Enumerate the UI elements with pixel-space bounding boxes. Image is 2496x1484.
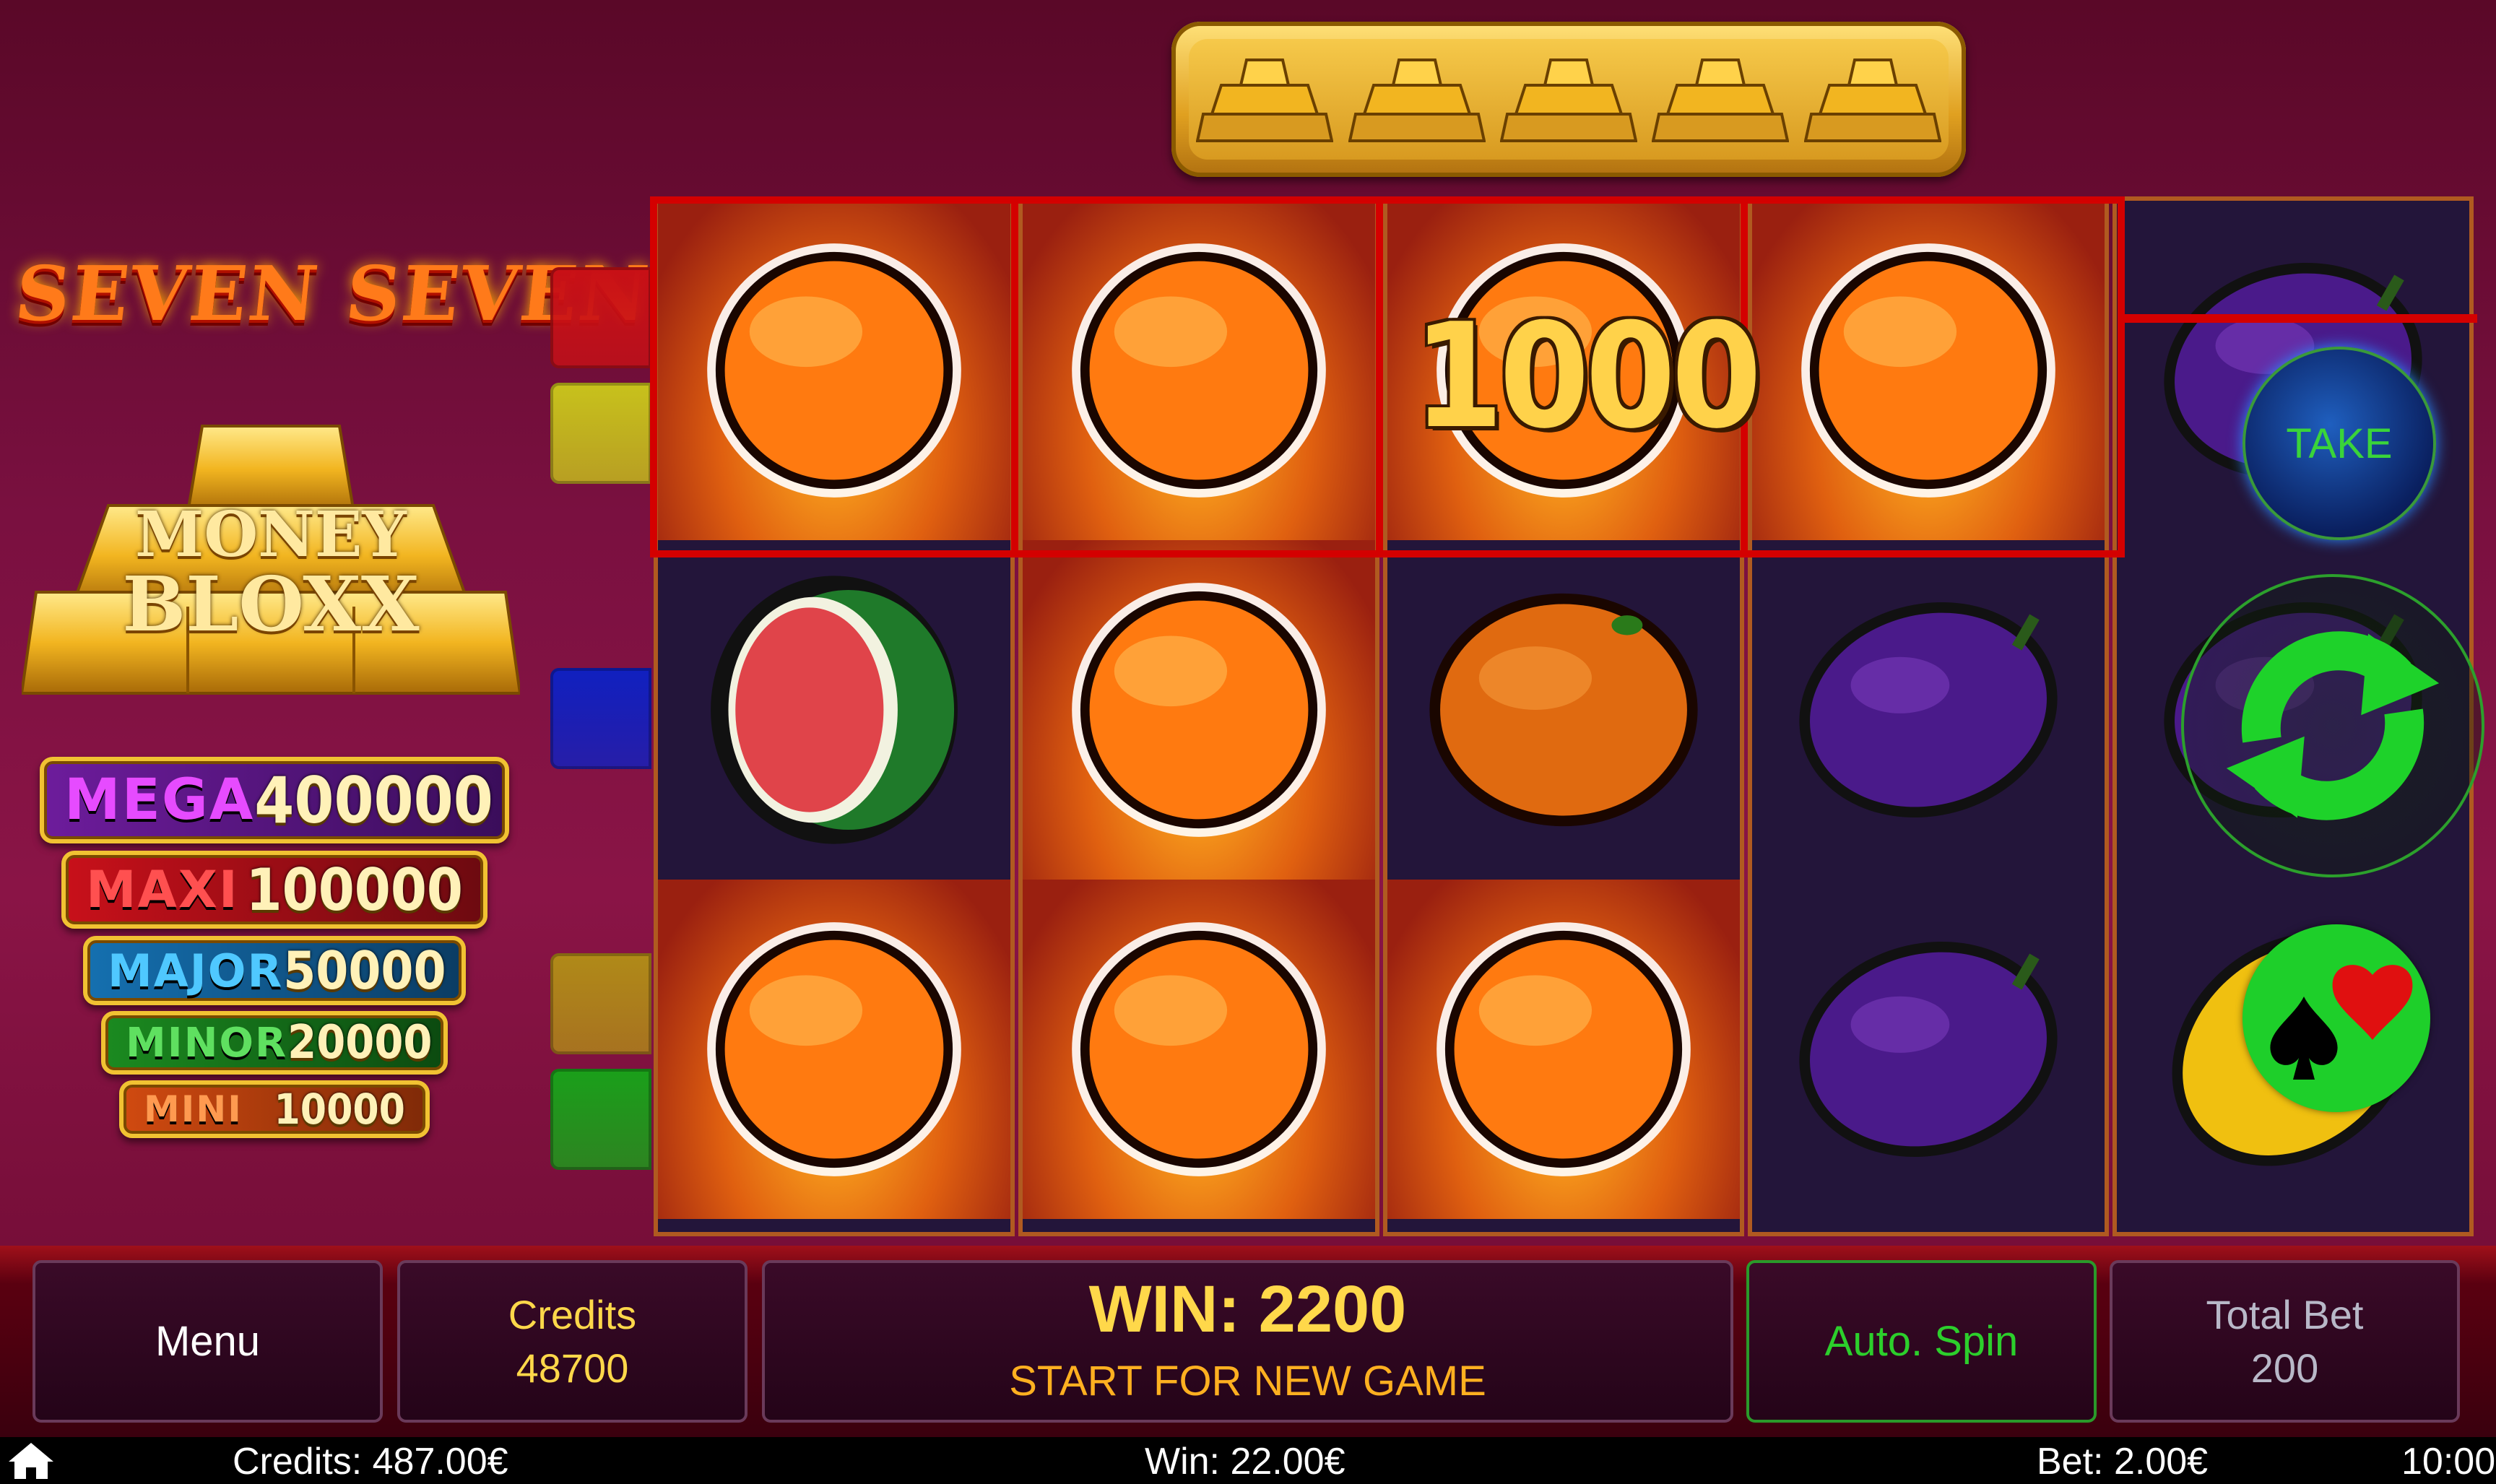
jackpot-minor: MINOR 20000 <box>101 1011 448 1075</box>
game-logo: SEVEN SEVEN <box>11 249 654 338</box>
jackpot-value: 10000 <box>274 1085 405 1134</box>
win-line-extension <box>2123 314 2477 323</box>
payline-tab-gold <box>550 953 651 1054</box>
money-bloxx-logo: MONEY BLOXX <box>20 419 522 704</box>
card-suits-icon <box>2270 965 2413 1080</box>
home-icon[interactable] <box>6 1440 56 1480</box>
take-button[interactable]: TAKE <box>2242 347 2436 540</box>
win-amount: WIN: 2200 <box>1088 1272 1407 1346</box>
orange-fire-icon <box>1801 243 2055 498</box>
total-bet-value: 200 <box>2250 1345 2319 1391</box>
orange-fire-icon <box>707 243 961 498</box>
reel-1 <box>654 196 1015 1236</box>
orange-fire-icon <box>1072 922 1326 1176</box>
spin-button[interactable] <box>2181 574 2484 877</box>
orange-fire-icon <box>1072 583 1326 837</box>
status-bet: Bet: 2.00€ <box>2037 1441 2209 1483</box>
win-line-divider <box>1011 196 1018 557</box>
gold-bar-icon <box>1196 58 1334 142</box>
gold-bar-icon <box>1803 58 1941 142</box>
jackpot-value: 50000 <box>283 940 446 1001</box>
credits-value: 48700 <box>516 1345 629 1391</box>
symbol-win-value: 1000 <box>1413 292 1762 461</box>
reel-symbol <box>1387 880 1740 1219</box>
gold-bar-icon <box>1348 58 1486 142</box>
status-credits: Credits: 487.00€ <box>233 1441 508 1483</box>
jackpot-name: MAXI <box>86 860 239 919</box>
payline-tab-yellow <box>550 383 651 484</box>
credits-display[interactable]: Credits 48700 <box>397 1260 748 1423</box>
jackpot-value: 20000 <box>287 1016 433 1069</box>
jackpot-value: 400000 <box>254 763 493 838</box>
reel-symbol <box>658 540 1010 880</box>
total-bet-button[interactable]: Total Bet 200 <box>2110 1260 2460 1423</box>
reel-symbol <box>1023 880 1375 1219</box>
orange-fire-icon <box>1436 922 1691 1176</box>
status-win: Win: 22.00€ <box>1145 1441 1346 1483</box>
jackpot-maxi: MAXI 100000 <box>61 851 488 929</box>
plum-icon <box>1799 941 2058 1158</box>
reel-symbol <box>1387 540 1740 880</box>
total-bet-label: Total Bet <box>2206 1291 2364 1337</box>
bloxx-line2: BLOXX <box>122 560 420 648</box>
reel-symbol <box>1023 540 1375 880</box>
win-line-divider <box>1376 196 1383 557</box>
jackpot-name: MAJOR <box>108 944 284 997</box>
jackpot-major: MAJOR 50000 <box>83 936 466 1005</box>
reel-symbol <box>1752 201 2105 540</box>
reel-symbol <box>658 201 1010 540</box>
jackpot-value: 100000 <box>246 856 463 924</box>
jackpot-mini: MINI 10000 <box>119 1080 430 1138</box>
status-time: 10:00 <box>2401 1441 2496 1483</box>
payline-tab-red <box>550 267 651 368</box>
reel-symbol <box>1752 880 2105 1219</box>
jackpot-mega: MEGA 400000 <box>40 757 509 843</box>
payline-tab-blue <box>550 668 651 769</box>
watermelon-icon <box>711 576 958 844</box>
reel-2 <box>1018 196 1379 1236</box>
auto-spin-button[interactable]: Auto. Spin <box>1746 1260 2097 1423</box>
status-bar: Credits: 487.00€ Win: 22.00€ Bet: 2.00€ … <box>0 1437 2496 1484</box>
menu-label: Menu <box>155 1318 261 1365</box>
payline-tab-green <box>550 1069 651 1170</box>
reel-symbol <box>658 880 1010 1219</box>
jackpot-name: MINOR <box>126 1019 288 1067</box>
plum-icon <box>1799 602 2058 818</box>
jackpot-name: MEGA <box>64 768 255 833</box>
orange-fire-icon <box>707 922 961 1176</box>
orange-fire-icon <box>1072 243 1326 498</box>
gold-bar-icon <box>1499 58 1637 142</box>
reel-symbol <box>1752 540 2105 880</box>
win-instruction: START FOR NEW GAME <box>1009 1357 1486 1405</box>
reel-symbol <box>1023 201 1375 540</box>
gold-bar-icon <box>1652 58 1790 142</box>
refresh-icon <box>2226 631 2440 820</box>
gold-bar-counter <box>1171 22 1966 177</box>
win-display: WIN: 2200 START FOR NEW GAME <box>762 1260 1733 1423</box>
jackpot-name: MINI <box>144 1088 243 1130</box>
reel-4 <box>1748 196 2109 1236</box>
orange-icon <box>1429 593 1698 827</box>
gamble-button[interactable] <box>2242 924 2430 1112</box>
auto-spin-label: Auto. Spin <box>1824 1318 2019 1365</box>
credits-label: Credits <box>508 1291 637 1337</box>
menu-button[interactable]: Menu <box>32 1260 383 1423</box>
